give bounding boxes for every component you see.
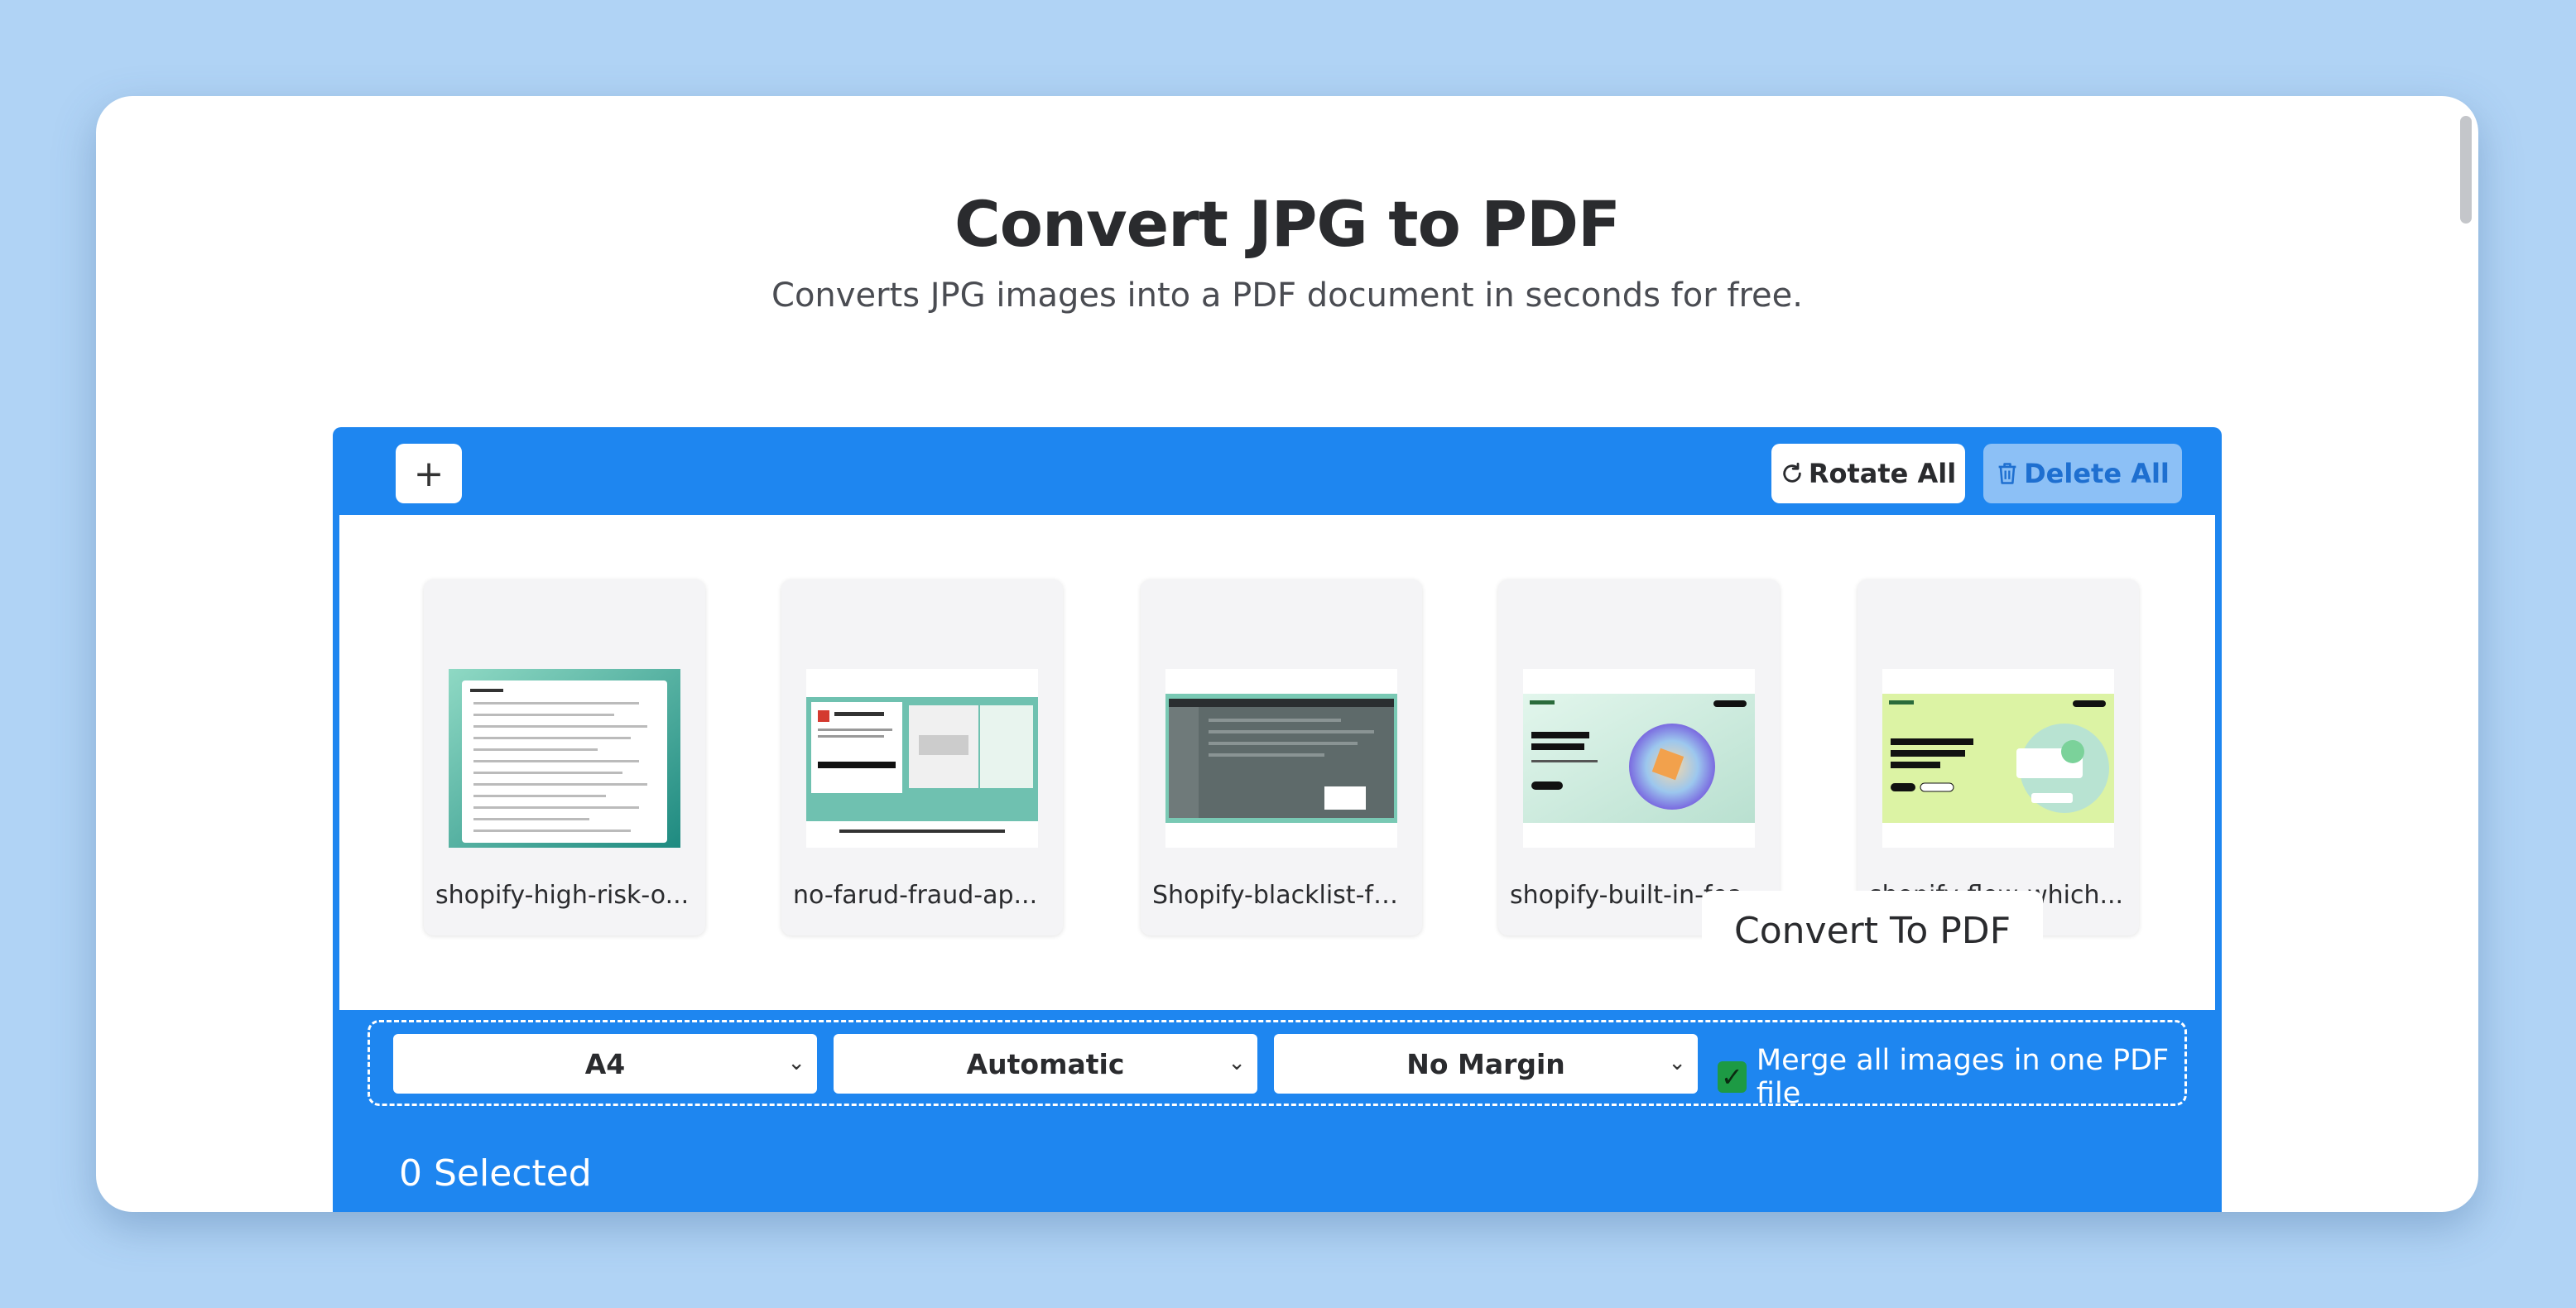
image-thumbnail [806,669,1038,848]
orientation-value: Automatic [966,1047,1125,1080]
image-card[interactable]: no-farud-fraud-ap... [781,579,1063,935]
rotate-icon [1783,462,1801,483]
merge-option[interactable]: ✓ Merge all images in one PDF file [1718,1044,2184,1110]
rotate-all-label: Rotate All [1808,458,1957,489]
merge-checkbox[interactable]: ✓ [1718,1061,1747,1093]
delete-all-button[interactable]: Delete All [1983,444,2182,503]
convert-to-pdf-button[interactable]: Convert To PDF [1702,891,2043,970]
page-size-select[interactable]: A4 ⌄ [393,1034,817,1094]
image-thumbnail [449,669,680,848]
image-card[interactable]: shopify-built-in-fea... [1498,579,1780,935]
image-card[interactable]: Shopify-blacklist-fe... [1141,579,1422,935]
chat-widget[interactable] [2463,1205,2478,1212]
image-card[interactable]: shopify-high-risk-o... [424,579,705,935]
image-thumbnail [1165,669,1397,848]
page-title: Convert JPG to PDF [954,187,1621,261]
selected-count: 0 Selected [399,1152,592,1195]
page-size-value: A4 [584,1047,626,1080]
check-icon: ✓ [1721,1061,1743,1093]
add-files-button[interactable]: + [396,444,462,503]
chevron-down-icon: ⌄ [1228,1051,1246,1075]
pdf-options: A4 ⌄ Automatic ⌄ No Margin ⌄ ✓ Merge all… [368,1020,2187,1110]
orientation-select[interactable]: Automatic ⌄ [834,1034,1257,1094]
margin-value: No Margin [1406,1047,1565,1080]
image-thumbnail [1523,669,1755,848]
trash-icon [1998,463,2016,484]
image-filename: Shopify-blacklist-fe... [1152,881,1411,910]
image-filename: shopify-high-risk-o... [435,881,690,910]
plus-icon: + [413,452,445,495]
margin-select[interactable]: No Margin ⌄ [1274,1034,1698,1094]
merge-label: Merge all images in one PDF file [1756,1044,2170,1110]
page-subtitle: Converts JPG images into a PDF document … [771,277,1803,315]
rotate-all-button[interactable]: Rotate All [1771,444,1965,503]
image-card[interactable]: shopify-flow-which... [1858,579,2139,935]
chevron-down-icon: ⌄ [1668,1051,1686,1075]
image-filename: no-farud-fraud-ap... [793,881,1038,910]
converter-panel: + Rotate All Delete All shopify-high-ris… [333,427,2222,1212]
image-thumbnail [1882,669,2114,848]
chevron-down-icon: ⌄ [787,1051,805,1075]
delete-all-label: Delete All [2024,458,2170,489]
app-window: Convert JPG to PDF Converts JPG images i… [96,96,2478,1212]
